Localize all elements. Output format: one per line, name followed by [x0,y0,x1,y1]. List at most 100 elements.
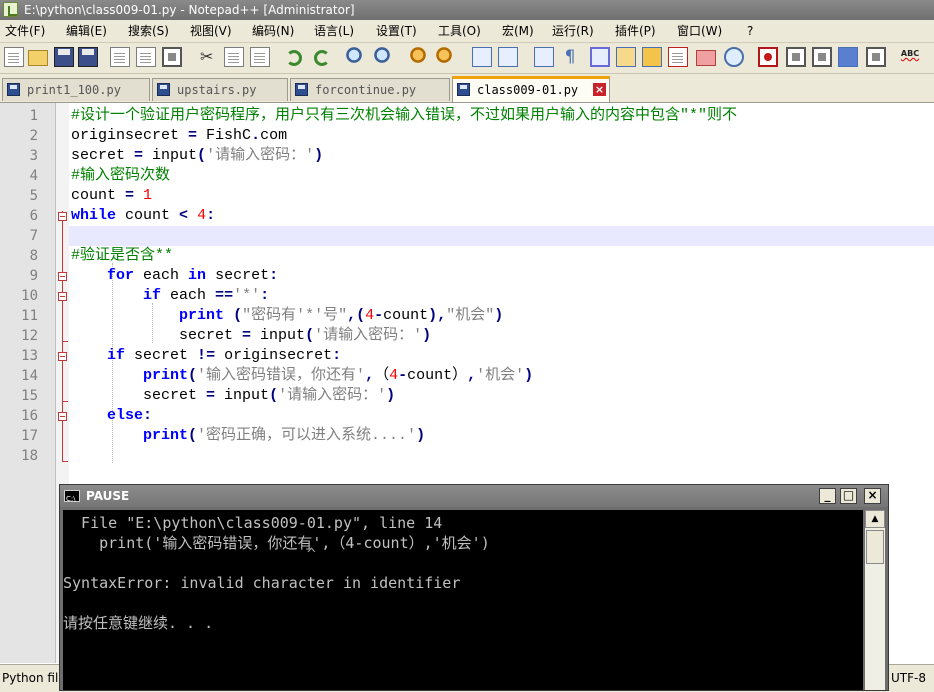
code-line[interactable]: if secret != originsecret: [71,346,341,366]
menu-view[interactable]: 视图(V) [190,20,232,42]
show-all-chars-icon[interactable]: ¶ [560,47,580,67]
menu-bar: 文件(F) 编辑(E) 搜索(S) 视图(V) 编码(N) 语言(L) 设置(T… [0,20,934,43]
line-number: 11 [21,308,38,324]
console-title-bar[interactable]: PAUSE _ □ × [60,485,888,510]
code-line[interactable]: secret = input('请输入密码：') [71,146,323,166]
zoom-in-icon[interactable] [410,47,430,67]
find-icon[interactable] [346,47,366,67]
code-line[interactable]: #验证是否含** [71,246,173,266]
copy-icon[interactable] [224,47,244,67]
menu-search[interactable]: 搜索(S) [128,20,169,42]
toolbar: ¶ ABC [0,43,934,74]
folder-workspace-icon[interactable] [696,50,716,66]
save-all-icon[interactable] [78,47,98,67]
scroll-thumb[interactable] [866,530,884,564]
maximize-button[interactable]: □ [840,488,857,504]
line-number: 18 [21,448,38,464]
line-number: 2 [29,128,38,144]
code-line[interactable]: for each in secret: [71,266,278,286]
cut-icon[interactable] [198,47,218,67]
zoom-out-icon[interactable] [436,47,456,67]
line-number: 14 [21,368,38,384]
run-macro-multiple-icon[interactable] [838,47,858,67]
paste-icon[interactable] [250,47,270,67]
code-line[interactable]: secret = input('请输入密码：') [71,386,395,406]
fold-end-marker [62,401,68,402]
console-output[interactable]: File "E:\python\class009-01.py", line 14… [63,510,863,690]
menu-language[interactable]: 语言(L) [314,20,354,42]
tab-print1-100[interactable]: print1_100.py [2,78,150,101]
code-line[interactable]: while count < 4: [71,206,215,226]
indent-guide-icon[interactable] [590,47,610,67]
line-number: 4 [29,168,38,184]
close-icon[interactable] [110,47,130,67]
function-list-icon[interactable] [668,47,688,67]
console-window[interactable]: PAUSE _ □ × File "E:\python\class009-01.… [59,484,889,691]
menu-plugins[interactable]: 插件(P) [615,20,656,42]
redo-icon[interactable] [314,50,330,66]
monitoring-icon[interactable] [724,47,744,67]
sync-horizontal-icon[interactable] [498,47,518,67]
code-line[interactable]: #设计一个验证用户密码程序，用户只有三次机会输入错误，不过如果用户输入的内容中包… [71,106,737,126]
menu-help[interactable]: ? [747,20,753,42]
word-wrap-icon[interactable] [534,47,554,67]
code-line[interactable]: #输入密码次数 [71,166,170,186]
close-button[interactable]: × [864,488,881,504]
record-macro-icon[interactable] [758,47,778,67]
stop-record-icon[interactable] [786,47,806,67]
replace-icon[interactable] [374,47,394,67]
tab-label: class009-01.py [477,83,579,97]
console-icon [64,488,80,510]
code-line[interactable]: originsecret = FishC.com [71,126,287,146]
save-icon[interactable] [54,47,74,67]
tab-label: upstairs.py [177,83,257,97]
code-line[interactable]: print ("密码有'*'号",(4-count),"机会") [71,306,503,326]
line-number: 8 [29,248,38,264]
scroll-up-arrow-icon[interactable]: ▲ [865,510,885,528]
print-icon[interactable] [162,47,182,67]
code-line[interactable]: secret = input('请输入密码：') [71,326,431,346]
code-line[interactable]: count = 1 [71,186,152,206]
sync-vertical-icon[interactable] [472,47,492,67]
playback-macro-icon[interactable] [812,47,832,67]
line-number: 16 [21,408,38,424]
menu-run[interactable]: 运行(R) [552,20,594,42]
open-folder-icon[interactable] [28,50,48,66]
fold-toggle-icon[interactable] [58,412,67,421]
doc-map-icon[interactable] [642,47,662,67]
fold-toggle-icon[interactable] [58,272,67,281]
menu-encoding[interactable]: 编码(N) [252,20,294,42]
code-line[interactable]: else: [71,406,152,426]
close-all-icon[interactable] [136,47,156,67]
line-number: 5 [29,188,38,204]
tab-upstairs[interactable]: upstairs.py [152,78,288,101]
code-line[interactable]: if each =='*': [71,286,269,306]
fold-toggle-icon[interactable] [58,352,67,361]
line-number: 3 [29,148,38,164]
menu-macro[interactable]: 宏(M) [502,20,534,42]
close-tab-icon[interactable]: × [593,83,606,96]
spell-check-icon[interactable]: ABC [900,47,920,67]
menu-window[interactable]: 窗口(W) [677,20,722,42]
console-line: 请按任意键继续. . . [63,614,214,632]
menu-file[interactable]: 文件(F) [5,20,45,42]
new-file-icon[interactable] [4,47,24,67]
undo-icon[interactable] [286,50,302,66]
console-scrollbar[interactable]: ▲ [865,510,885,690]
save-macro-icon[interactable] [866,47,886,67]
fold-toggle-icon[interactable] [58,212,67,221]
tab-forcontinue[interactable]: forcontinue.py [290,78,450,101]
menu-settings[interactable]: 设置(T) [376,20,417,42]
code-line[interactable]: print('密码正确，可以进入系统....') [71,426,425,446]
fold-line [62,211,63,461]
user-language-icon[interactable] [616,47,636,67]
fold-end-marker [62,341,68,342]
tab-class009-01[interactable]: class009-01.py × [452,76,610,102]
line-number: 9 [29,268,38,284]
code-line[interactable]: print('输入密码错误，你还有',（4-count）,'机会') [71,366,533,386]
fold-toggle-icon[interactable] [58,292,67,301]
minimize-button[interactable]: _ [819,488,836,504]
menu-tools[interactable]: 工具(O) [438,20,481,42]
line-number: 15 [21,388,38,404]
menu-edit[interactable]: 编辑(E) [66,20,107,42]
